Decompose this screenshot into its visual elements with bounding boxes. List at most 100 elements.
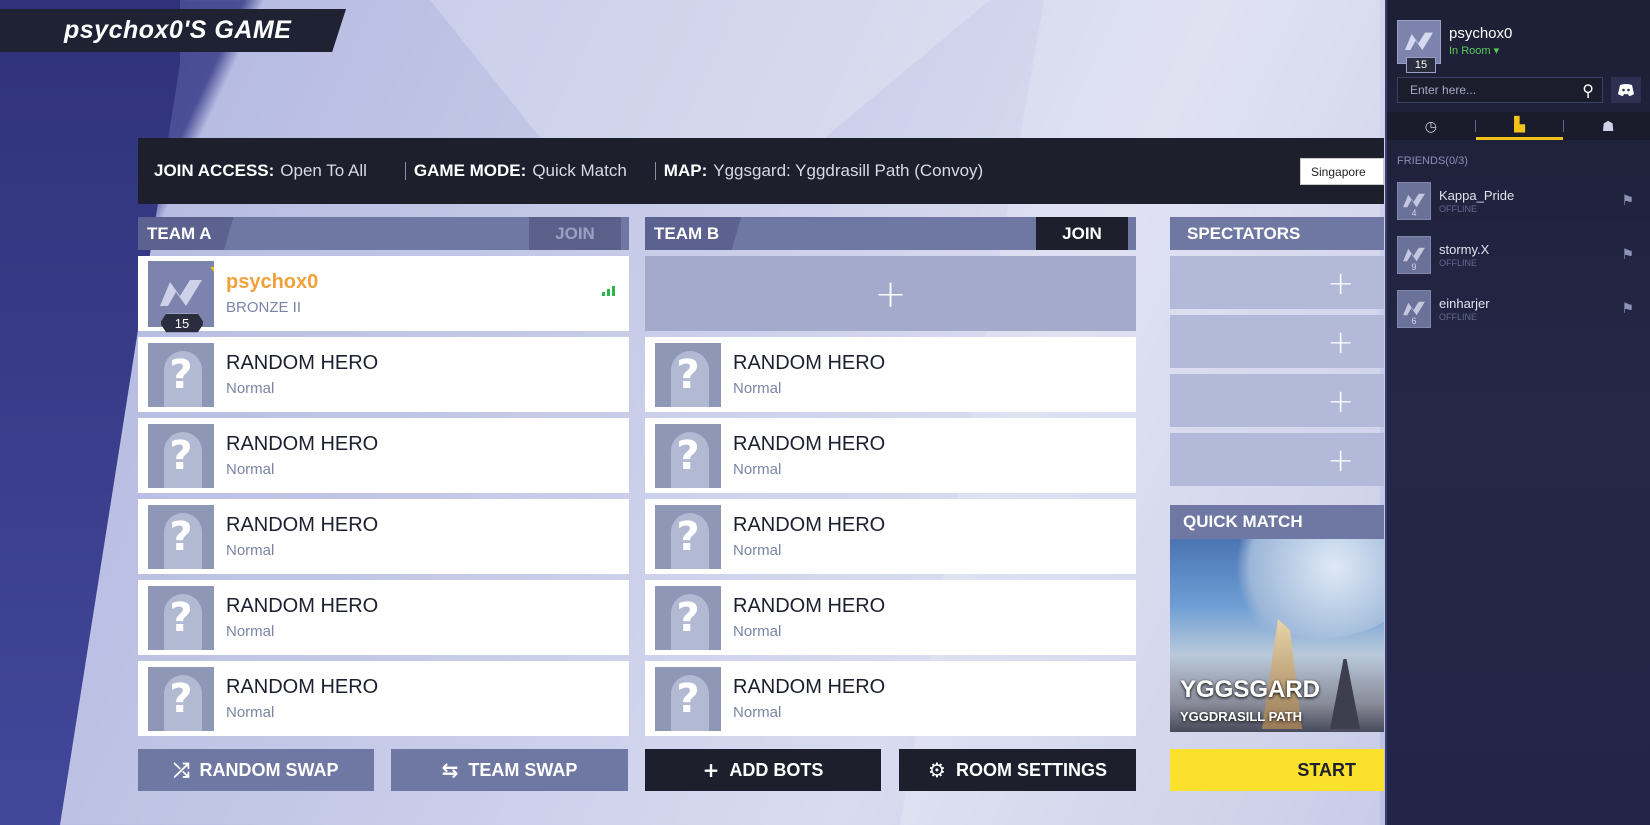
player-slot[interactable]: 15 psychox0 BRONZE II <box>138 256 629 333</box>
team-b-column: TEAM B JOIN + ? RANDOM HERO Normal ? RAND… <box>645 217 1136 736</box>
hero-name: RANDOM HERO <box>733 433 886 455</box>
profile-level-badge: 15 <box>1406 57 1436 73</box>
team-a-name: TEAM A <box>138 217 234 250</box>
gear-icon: ⚙ <box>928 758 946 782</box>
spectator-slot[interactable]: + <box>1170 374 1384 427</box>
random-hero-portrait-icon: ? <box>148 342 214 407</box>
bot-difficulty: Normal <box>226 461 275 478</box>
team-a-slot[interactable]: ? RANDOM HERO Normal <box>138 337 629 412</box>
spectator-slot[interactable]: + <box>1170 256 1384 309</box>
shuffle-icon: ⤮ <box>173 758 190 782</box>
random-hero-portrait-icon: ? <box>148 585 214 650</box>
add-player-slot[interactable]: + <box>645 256 1136 331</box>
game-mode-value: Quick Match <box>532 161 627 180</box>
friend-status: OFFLINE <box>1439 312 1478 322</box>
hero-name: RANDOM HERO <box>733 352 886 374</box>
room-info-bar: JOIN ACCESS: Open To All GAME MODE: Quic… <box>138 138 1384 204</box>
profile-row[interactable]: 15 psychox0 In Room ▾ <box>1397 20 1512 73</box>
swap-arrows-icon: ⇆ <box>441 758 459 782</box>
team-a-join-button[interactable]: JOIN <box>529 217 621 250</box>
room-settings-button[interactable]: ⚙ ROOM SETTINGS <box>899 749 1136 791</box>
random-hero-portrait-icon: ? <box>148 423 214 488</box>
bot-difficulty: Normal <box>226 704 275 721</box>
hero-name: RANDOM HERO <box>226 595 379 617</box>
tab-friends[interactable]: ▙ <box>1475 112 1564 140</box>
friend-status: OFFLINE <box>1439 258 1478 268</box>
team-a-column: TEAM A JOIN 15 psychox0 BRONZE II ? RAND… <box>138 217 629 736</box>
team-b-name: TEAM B <box>645 217 742 250</box>
join-access-value: Open To All <box>280 161 367 180</box>
player-name: psychox0 <box>226 271 319 293</box>
random-swap-button[interactable]: ⤮ RANDOM SWAP <box>138 749 374 791</box>
invite-icon[interactable]: ⚑ <box>1621 192 1634 209</box>
plus-icon: + <box>874 271 907 316</box>
spectator-slot[interactable]: + <box>1170 433 1384 486</box>
hero-name: RANDOM HERO <box>733 595 886 617</box>
team-b-header: TEAM B JOIN <box>645 217 1136 250</box>
start-label: START <box>1297 759 1356 780</box>
add-friend-icon: ☗ <box>1601 117 1615 134</box>
add-bots-button[interactable]: + ADD BOTS <box>645 749 881 791</box>
team-a-slot[interactable]: ? RANDOM HERO Normal <box>138 418 629 493</box>
add-bots-label: ADD BOTS <box>729 759 824 780</box>
map-preview-image: YGGSGARD YGGDRASILL PATH <box>1170 539 1384 732</box>
background-shard <box>430 0 990 140</box>
friend-level: 4 <box>1411 208 1417 218</box>
plus-icon: + <box>1327 381 1354 420</box>
player-level-badge: 15 <box>160 313 204 333</box>
hero-name: RANDOM HERO <box>226 433 379 455</box>
friends-header: FRIENDS(0/3) <box>1397 155 1468 167</box>
bot-difficulty: Normal <box>226 623 275 640</box>
chevron-down-icon: ▾ <box>1493 45 1500 57</box>
map-value: Yggsgard: Yggdrasill Path (Convoy) <box>713 161 984 180</box>
friend-name: einharjer <box>1439 296 1490 311</box>
random-hero-portrait-icon: ? <box>655 666 721 731</box>
tab-add-friend[interactable]: ☗ <box>1564 112 1650 140</box>
random-hero-portrait-icon: ? <box>655 342 721 407</box>
friend-item[interactable]: 9 stormy.X OFFLINE ⚑ <box>1397 234 1642 276</box>
friend-item[interactable]: 4 Kappa_Pride OFFLINE ⚑ <box>1397 180 1642 222</box>
random-hero-portrait-icon: ? <box>148 666 214 731</box>
avatar: 15 <box>1397 20 1441 73</box>
host-flag-icon <box>210 266 214 277</box>
room-settings-label: ROOM SETTINGS <box>955 759 1107 780</box>
tab-recent[interactable]: ◷ <box>1387 112 1475 140</box>
spectator-slot[interactable]: + <box>1170 315 1384 368</box>
team-b-slot[interactable]: ? RANDOM HERO Normal <box>645 499 1136 574</box>
plus-icon: + <box>1327 263 1354 302</box>
divider <box>654 162 656 180</box>
random-hero-portrait-icon: ? <box>655 585 721 650</box>
hero-name: RANDOM HERO <box>733 676 886 698</box>
team-swap-button[interactable]: ⇆ TEAM SWAP <box>391 749 628 791</box>
invite-icon[interactable]: ⚑ <box>1621 246 1634 263</box>
friend-status: OFFLINE <box>1439 204 1478 214</box>
hero-name: RANDOM HERO <box>733 514 886 536</box>
friend-item[interactable]: 6 einharjer OFFLINE ⚑ <box>1397 288 1642 330</box>
discord-icon <box>1618 84 1634 96</box>
mode-map-card: QUICK MATCH YGGSGARD YGGDRASILL PATH <box>1170 505 1384 732</box>
spectators-column: SPECTATORS + + + + <box>1170 217 1384 486</box>
spectators-title: SPECTATORS <box>1170 217 1384 250</box>
discord-button[interactable] <box>1611 77 1641 103</box>
team-b-slot[interactable]: ? RANDOM HERO Normal <box>645 580 1136 655</box>
friend-level: 9 <box>1411 262 1417 272</box>
friend-name: Kappa_Pride <box>1439 188 1515 203</box>
team-a-slot[interactable]: ? RANDOM HERO Normal <box>138 499 629 574</box>
signal-strength-icon <box>602 286 615 296</box>
bot-difficulty: Normal <box>226 380 275 397</box>
invite-icon[interactable]: ⚑ <box>1621 300 1634 317</box>
team-b-join-button[interactable]: JOIN <box>1036 217 1128 250</box>
search-icon[interactable]: ⚲ <box>1582 81 1594 101</box>
search-input[interactable]: Enter here... ⚲ <box>1397 77 1603 103</box>
team-a-slot[interactable]: ? RANDOM HERO Normal <box>138 580 629 655</box>
team-b-slot[interactable]: ? RANDOM HERO Normal <box>645 337 1136 412</box>
start-button[interactable]: START <box>1170 749 1384 791</box>
profile-status[interactable]: In Room ▾ <box>1449 44 1512 57</box>
team-b-slot[interactable]: ? RANDOM HERO Normal <box>645 418 1136 493</box>
region-select[interactable]: Singapore <box>1300 158 1384 185</box>
player-emblem-icon <box>1405 32 1433 50</box>
team-b-slot[interactable]: ? RANDOM HERO Normal <box>645 661 1136 736</box>
hero-name: RANDOM HERO <box>226 676 379 698</box>
team-a-slot[interactable]: ? RANDOM HERO Normal <box>138 661 629 736</box>
avatar: 6 <box>1397 290 1431 328</box>
